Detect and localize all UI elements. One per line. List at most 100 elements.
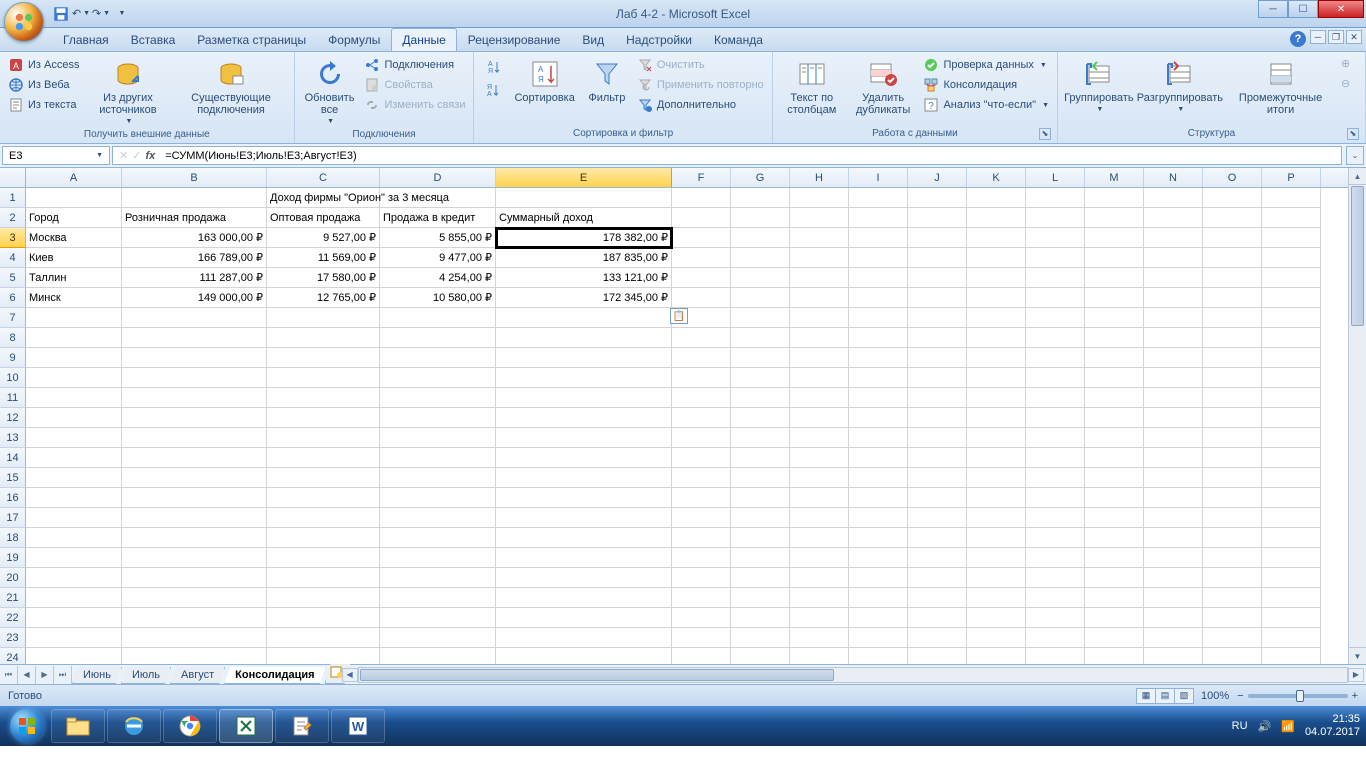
cell[interactable]: [122, 368, 267, 388]
cell[interactable]: [380, 448, 496, 468]
cell[interactable]: [908, 448, 967, 468]
cell[interactable]: [672, 568, 731, 588]
cell[interactable]: [267, 348, 380, 368]
cell[interactable]: [731, 288, 790, 308]
cell[interactable]: [496, 188, 672, 208]
cell[interactable]: [1144, 268, 1203, 288]
cell[interactable]: [380, 528, 496, 548]
cell[interactable]: [731, 248, 790, 268]
cell[interactable]: [380, 568, 496, 588]
cell[interactable]: [1144, 308, 1203, 328]
cell[interactable]: [1144, 248, 1203, 268]
cell[interactable]: [1085, 328, 1144, 348]
office-button[interactable]: [4, 2, 44, 42]
sheet-nav-next-icon[interactable]: ▶: [36, 666, 54, 684]
cell[interactable]: [908, 228, 967, 248]
cell[interactable]: 12 765,00 ₽: [267, 288, 380, 308]
cell[interactable]: [1085, 628, 1144, 648]
cell[interactable]: [122, 508, 267, 528]
cell[interactable]: [1085, 308, 1144, 328]
cell[interactable]: [1144, 648, 1203, 664]
cell[interactable]: [967, 588, 1026, 608]
cell[interactable]: [967, 308, 1026, 328]
cell[interactable]: [380, 608, 496, 628]
cell[interactable]: [496, 528, 672, 548]
cell[interactable]: [26, 628, 122, 648]
cell[interactable]: [672, 648, 731, 664]
cell[interactable]: [731, 428, 790, 448]
cell[interactable]: [496, 308, 672, 328]
row-header[interactable]: 3: [0, 228, 26, 248]
cell[interactable]: Город: [26, 208, 122, 228]
cell[interactable]: [849, 608, 908, 628]
cell[interactable]: [1085, 588, 1144, 608]
cell[interactable]: [967, 468, 1026, 488]
cell[interactable]: [1144, 488, 1203, 508]
cell[interactable]: [1026, 268, 1085, 288]
cell[interactable]: [1144, 388, 1203, 408]
cell[interactable]: [967, 408, 1026, 428]
cell[interactable]: [849, 408, 908, 428]
cell[interactable]: [122, 488, 267, 508]
sheet-tab[interactable]: Консолидация: [224, 667, 325, 684]
cell[interactable]: [380, 348, 496, 368]
what-if-button[interactable]: ?Анализ "что-если"▼: [921, 96, 1051, 114]
ribbon-tab[interactable]: Рецензирование: [457, 28, 572, 51]
cell[interactable]: [1262, 248, 1321, 268]
cell[interactable]: 187 835,00 ₽: [496, 248, 672, 268]
cell[interactable]: [1026, 568, 1085, 588]
cell[interactable]: [1026, 248, 1085, 268]
cell[interactable]: [731, 488, 790, 508]
cell[interactable]: [849, 468, 908, 488]
tray-network-icon[interactable]: 📶: [1281, 720, 1295, 733]
from-web-button[interactable]: Из Веба: [6, 76, 81, 94]
cell[interactable]: [1262, 328, 1321, 348]
cell[interactable]: [496, 368, 672, 388]
cell[interactable]: [1262, 228, 1321, 248]
cell[interactable]: [731, 648, 790, 664]
cell[interactable]: [1144, 548, 1203, 568]
cell[interactable]: [849, 308, 908, 328]
cell[interactable]: [122, 588, 267, 608]
scroll-down-icon[interactable]: ▼: [1349, 647, 1366, 664]
ribbon-tab[interactable]: Вид: [571, 28, 615, 51]
sheet-nav-last-icon[interactable]: ⏭: [54, 666, 72, 684]
row-header[interactable]: 1: [0, 188, 26, 208]
cell[interactable]: [1203, 268, 1262, 288]
scroll-up-icon[interactable]: ▲: [1349, 168, 1366, 185]
cell[interactable]: [1144, 368, 1203, 388]
cell[interactable]: [849, 268, 908, 288]
ribbon-tab[interactable]: Данные: [391, 28, 456, 51]
ribbon-tab[interactable]: Формулы: [317, 28, 391, 51]
cell[interactable]: [1144, 428, 1203, 448]
cell[interactable]: [26, 408, 122, 428]
taskbar-word-icon[interactable]: W: [331, 709, 385, 743]
cancel-formula-icon[interactable]: ✕: [119, 149, 128, 162]
page-layout-view-button[interactable]: ▤: [1155, 688, 1175, 704]
column-header[interactable]: M: [1085, 168, 1144, 187]
cell[interactable]: [1262, 208, 1321, 228]
cell[interactable]: [1203, 228, 1262, 248]
cell[interactable]: [1144, 188, 1203, 208]
cell[interactable]: [1085, 448, 1144, 468]
cell[interactable]: [1203, 308, 1262, 328]
chevron-down-icon[interactable]: ▼: [96, 152, 103, 159]
cell[interactable]: [1262, 468, 1321, 488]
cell[interactable]: [672, 188, 731, 208]
cell[interactable]: [496, 388, 672, 408]
cell[interactable]: [967, 208, 1026, 228]
cell[interactable]: 9 477,00 ₽: [380, 248, 496, 268]
ribbon-tab[interactable]: Команда: [703, 28, 774, 51]
sheet-nav-prev-icon[interactable]: ◀: [18, 666, 36, 684]
row-header[interactable]: 17: [0, 508, 26, 528]
row-header[interactable]: 11: [0, 388, 26, 408]
column-header[interactable]: J: [908, 168, 967, 187]
column-header[interactable]: D: [380, 168, 496, 187]
cell[interactable]: [908, 428, 967, 448]
cell[interactable]: [496, 428, 672, 448]
cell[interactable]: [267, 328, 380, 348]
sort-button[interactable]: АЯСортировка: [510, 56, 578, 106]
cell[interactable]: [967, 328, 1026, 348]
existing-connections-button[interactable]: Существующие подключения: [174, 56, 287, 118]
redo-icon[interactable]: ↷▼: [92, 5, 110, 23]
